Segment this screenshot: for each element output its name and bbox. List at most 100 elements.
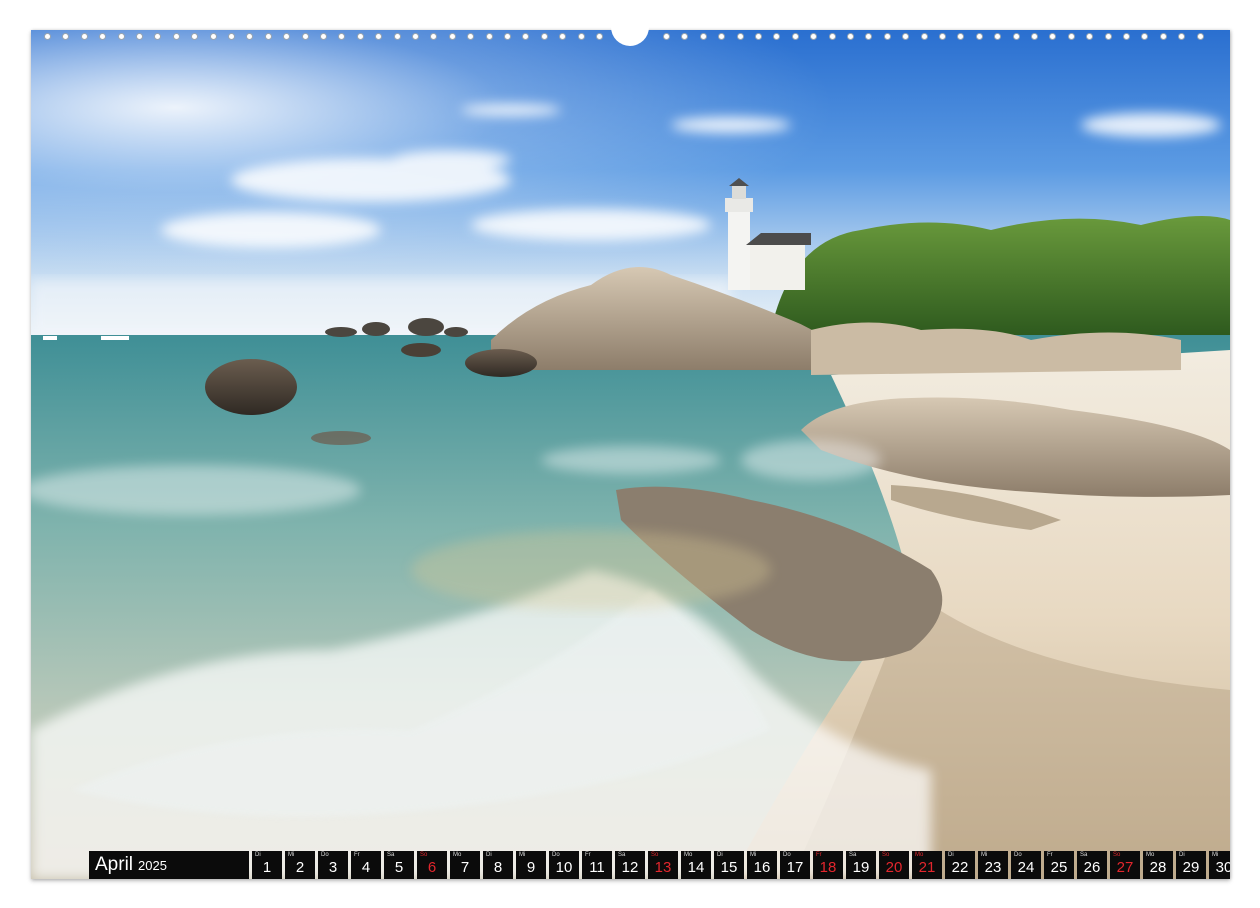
day-cell: Di 15: [714, 851, 744, 879]
day-cell: So 27: [1110, 851, 1140, 879]
weekday-label: Fr: [354, 852, 360, 858]
binding-ring: [449, 33, 456, 40]
day-number: 8: [493, 859, 503, 876]
binding-ring: [154, 33, 161, 40]
day-number: 2: [295, 859, 305, 876]
weekday-label: Sa: [849, 852, 857, 858]
weekday-label: Di: [1179, 852, 1185, 858]
binding-ring: [957, 33, 964, 40]
day-number: 11: [589, 859, 605, 876]
day-number: 23: [984, 859, 1002, 876]
day-number: 10: [555, 859, 573, 876]
day-number: 29: [1182, 859, 1200, 876]
binding-ring: [522, 33, 529, 40]
binding-ring: [1049, 33, 1056, 40]
binding-ring: [338, 33, 345, 40]
day-cell: Sa 12: [615, 851, 645, 879]
weekday-label: Fr: [585, 852, 591, 858]
binding-ring: [467, 33, 474, 40]
day-cell: Sa 26: [1077, 851, 1107, 879]
binding-ring: [246, 33, 253, 40]
binding-ring: [1123, 33, 1130, 40]
binding-ring: [681, 33, 688, 40]
day-cell: Mi 23: [978, 851, 1008, 879]
day-cell: Di 8: [483, 851, 513, 879]
binding-ring: [265, 33, 272, 40]
day-number: 20: [885, 859, 903, 876]
binding-ring: [44, 33, 51, 40]
weekday-label: Di: [255, 852, 261, 858]
binding-ring: [1068, 33, 1075, 40]
day-number: 21: [918, 859, 936, 876]
day-cell: Sa 5: [384, 851, 414, 879]
weekday-label: Mo: [684, 852, 693, 858]
day-cell: Mi 2: [285, 851, 315, 879]
day-number: 14: [687, 859, 705, 876]
day-number: 30: [1215, 859, 1230, 876]
day-number: 28: [1149, 859, 1167, 876]
weekday-label: So: [1113, 852, 1121, 858]
day-number: 17: [786, 859, 804, 876]
spiral-binding: [0, 20, 1260, 46]
coastal-lighthouse-photo: [31, 30, 1230, 879]
binding-ring: [902, 33, 909, 40]
weekday-label: Mo: [915, 852, 924, 858]
binding-ring: [136, 33, 143, 40]
day-cell: Mo 7: [450, 851, 480, 879]
weekday-label: Do: [321, 852, 329, 858]
day-cell: Fr 11: [582, 851, 612, 879]
day-number: 5: [394, 859, 404, 876]
day-number: 7: [460, 859, 470, 876]
day-number: 4: [361, 859, 371, 876]
binding-ring: [302, 33, 309, 40]
weekday-label: So: [882, 852, 890, 858]
binding-ring: [1086, 33, 1093, 40]
binding-ring: [700, 33, 707, 40]
binding-ring: [884, 33, 891, 40]
day-number: 12: [621, 859, 639, 876]
binding-ring: [228, 33, 235, 40]
weekday-label: So: [651, 852, 659, 858]
binding-ring: [755, 33, 762, 40]
weekday-label: Di: [717, 852, 723, 858]
day-number: 16: [753, 859, 771, 876]
binding-ring: [210, 33, 217, 40]
weekday-label: Di: [486, 852, 492, 858]
day-number: 13: [654, 859, 672, 876]
day-number: 15: [720, 859, 738, 876]
day-cell: Fr 4: [351, 851, 381, 879]
binding-ring: [847, 33, 854, 40]
day-cell: Di 29: [1176, 851, 1206, 879]
weekday-label: Mi: [288, 852, 295, 858]
weekday-label: Mi: [1212, 852, 1219, 858]
binding-ring: [81, 33, 88, 40]
day-number: 18: [819, 859, 837, 876]
calendar-page: April 2025 Di 1 Mi 2 Do 3 Fr 4 Sa 5 So 6 Mo 7 Di 8 Mi 9 Do…: [31, 30, 1230, 879]
binding-ring: [412, 33, 419, 40]
binding-ring: [1160, 33, 1167, 40]
binding-ring: [191, 33, 198, 40]
day-cell: Mi 16: [747, 851, 777, 879]
weekday-label: Mi: [981, 852, 988, 858]
day-cell: Mi 30: [1209, 851, 1230, 879]
hanger-notch: [611, 20, 649, 46]
day-number: 27: [1116, 859, 1134, 876]
binding-ring: [430, 33, 437, 40]
binding-ring: [559, 33, 566, 40]
binding-ring: [865, 33, 872, 40]
weekday-label: Mi: [519, 852, 526, 858]
binding-ring: [939, 33, 946, 40]
weekday-label: Di: [948, 852, 954, 858]
day-cell: Di 1: [252, 851, 282, 879]
day-cell: Fr 25: [1044, 851, 1074, 879]
weekday-label: Sa: [618, 852, 626, 858]
weekday-label: Do: [1014, 852, 1022, 858]
weekday-label: Do: [783, 852, 791, 858]
weekday-label: Sa: [387, 852, 395, 858]
day-cell: Mo 21: [912, 851, 942, 879]
day-cell: Mo 28: [1143, 851, 1173, 879]
weekday-label: Fr: [816, 852, 822, 858]
day-number: 6: [427, 859, 437, 876]
binding-ring: [62, 33, 69, 40]
calendar-strip: April 2025 Di 1 Mi 2 Do 3 Fr 4 Sa 5 So 6 Mo 7 Di 8 Mi 9 Do…: [89, 851, 1230, 879]
